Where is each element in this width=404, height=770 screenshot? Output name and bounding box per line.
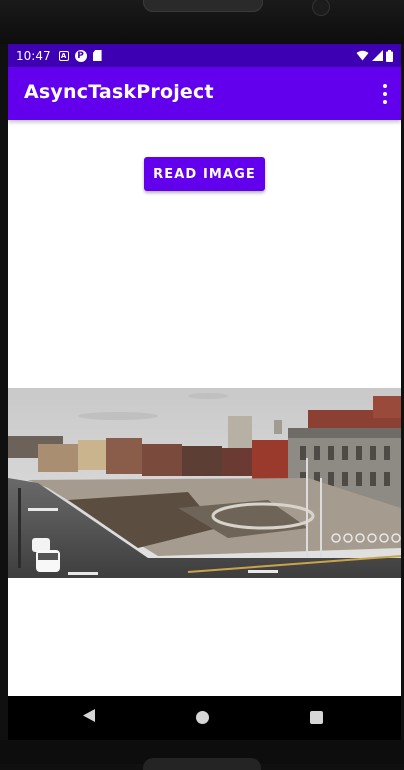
battery-icon [386,49,393,62]
bottom-speaker [143,758,261,770]
city-photo [8,388,401,578]
back-icon[interactable] [82,708,96,723]
front-camera [312,0,330,16]
recents-icon[interactable] [310,711,323,724]
home-icon[interactable] [196,711,209,724]
wifi-icon [356,50,369,61]
more-vert-icon[interactable] [381,84,389,104]
phone-frame-top [0,0,404,44]
speaker-grille [143,0,263,12]
read-image-button[interactable]: READ IMAGE [144,157,265,191]
status-right-group [356,49,393,62]
status-bar: 10:47 A P [8,44,401,67]
phone-frame-bottom [0,740,404,770]
signal-icon [372,50,383,61]
a-notification-icon: A [58,50,69,61]
p-notification-icon: P [74,49,87,62]
app-bar: AsyncTaskProject [8,67,401,120]
app-title: AsyncTaskProject [24,81,214,103]
navigation-bar [8,696,401,740]
status-time: 10:47 [16,48,51,63]
sd-card-icon [92,50,102,61]
device-screen: 10:47 A P AsyncTaskProject READ IMAGE [8,44,401,740]
